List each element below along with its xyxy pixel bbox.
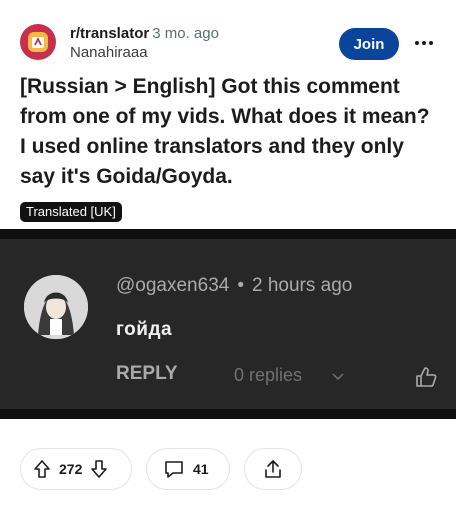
comment-time: 2 hours ago — [251, 275, 353, 296]
comment-author: @ogaxen634 — [116, 275, 230, 296]
post-meta: r/translator 3 mo. ago Nanahiraaa — [70, 24, 219, 62]
separator: • — [237, 275, 244, 296]
share-button[interactable] — [244, 448, 302, 490]
translator-icon[interactable] — [20, 24, 56, 60]
comment-icon — [163, 458, 185, 480]
join-button[interactable]: Join — [339, 28, 399, 60]
action-bar: 272 41 — [0, 448, 456, 492]
avatar — [24, 275, 88, 339]
post-flair[interactable]: Translated [UK] — [20, 202, 122, 222]
chevron-down-icon — [331, 369, 345, 387]
embedded-screenshot[interactable]: @ogaxen634 • 2 hours ago гойда REPLY 0 rep… — [0, 229, 456, 419]
replies-count: 0 replies — [234, 365, 303, 385]
comment-count: 41 — [193, 461, 209, 477]
subreddit-name[interactable]: r/translator — [70, 25, 149, 42]
upvote-icon[interactable] — [33, 459, 51, 479]
post-header: r/translator 3 mo. ago Nanahiraaa Join — [0, 0, 456, 70]
post-title[interactable]: [Russian > English] Got this comment fro… — [20, 72, 440, 192]
comment-author-line: @ogaxen634 • 2 hours ago — [116, 275, 352, 297]
post-age: 3 mo. ago — [152, 25, 219, 42]
share-icon — [262, 458, 284, 480]
vote-count: 272 — [59, 461, 83, 477]
thumbs-up-icon — [414, 365, 438, 394]
comments-button[interactable]: 41 — [146, 448, 230, 490]
more-icon[interactable] — [410, 34, 438, 52]
downvote-icon[interactable] — [90, 459, 108, 479]
post-author[interactable]: Nanahiraaa — [70, 43, 219, 62]
reply-label: REPLY — [116, 363, 178, 384]
youtube-comment: @ogaxen634 • 2 hours ago гойда REPLY 0 rep… — [0, 239, 456, 409]
vote-pill: 272 — [20, 448, 132, 490]
comment-text: гойда — [116, 319, 173, 340]
